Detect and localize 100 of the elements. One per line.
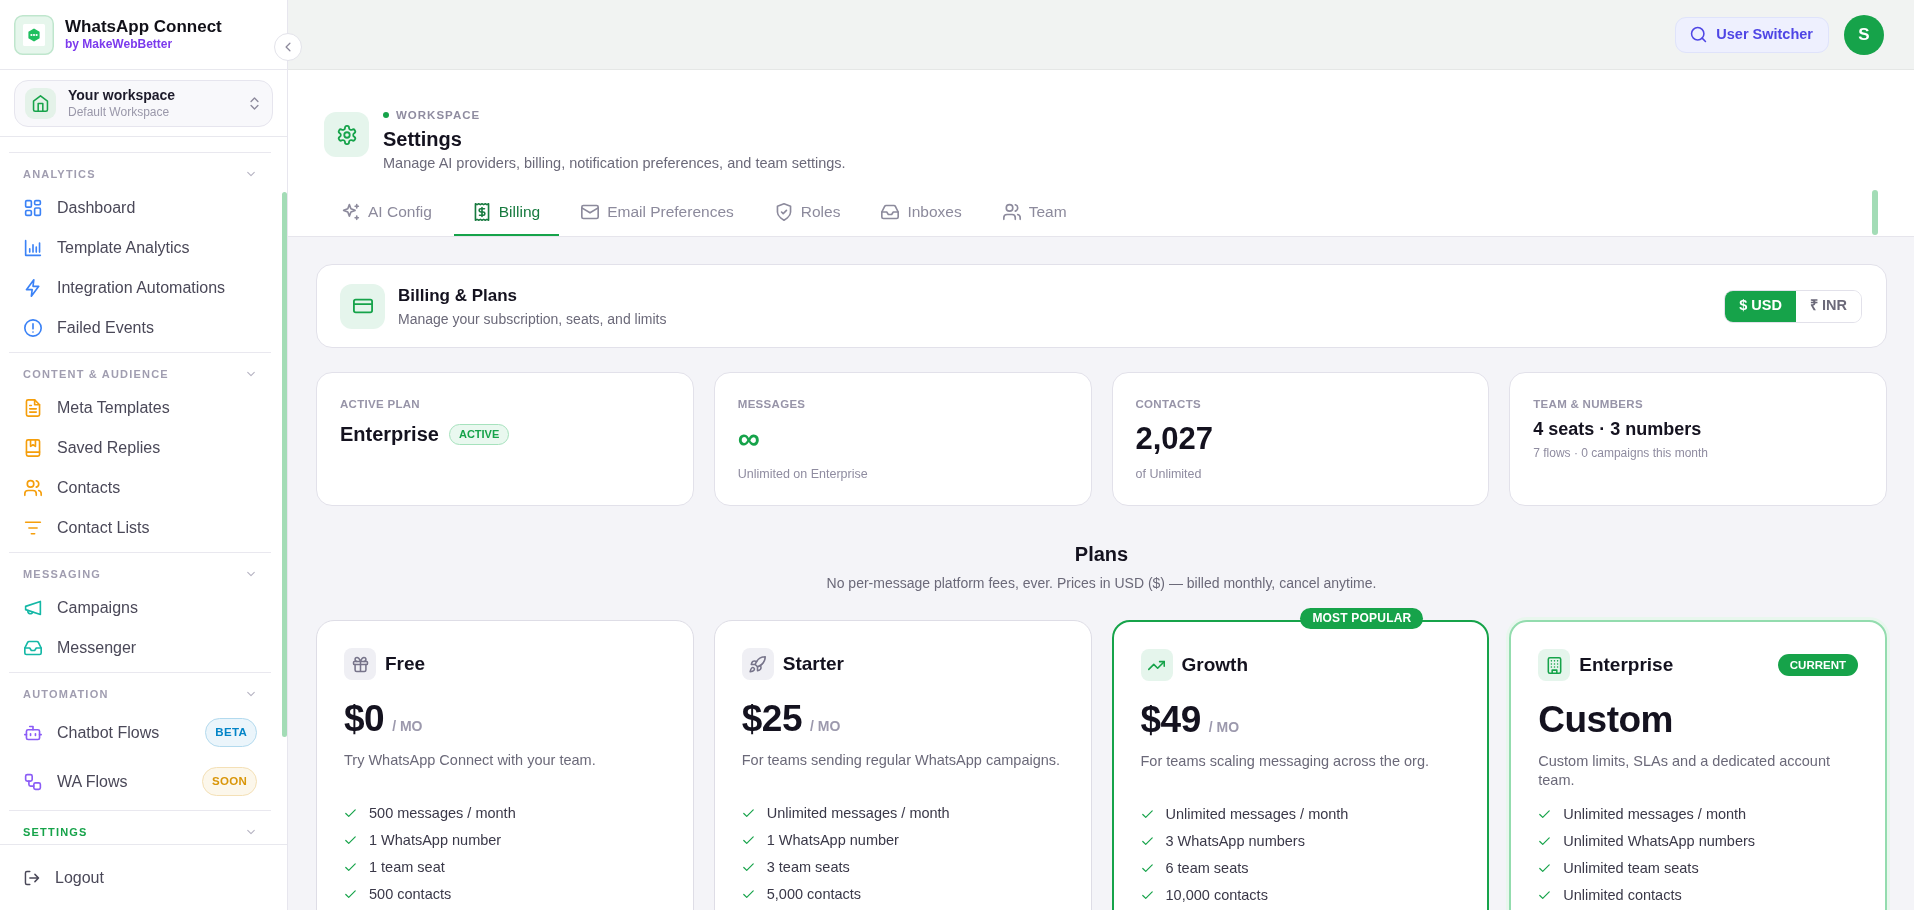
feature-text: Unlimited WhatsApp numbers — [1563, 831, 1756, 851]
page-description: Manage AI providers, billing, notification preferences, and team settings. — [383, 154, 846, 173]
section-title: Billing & Plans — [398, 284, 519, 307]
brand-name: WhatsApp Connect — [65, 17, 222, 37]
check-icon — [741, 834, 755, 847]
feature-text: Unlimited contacts — [1563, 885, 1682, 905]
envelope-icon — [581, 202, 600, 221]
nav-link[interactable]: Failed Events — [9, 308, 271, 348]
logout-link[interactable]: Logout — [24, 865, 104, 890]
home-icon — [25, 88, 56, 119]
stat-note: of Unlimited — [1135, 466, 1203, 482]
price-period: / MO — [1208, 718, 1240, 737]
check-icon — [1140, 862, 1154, 875]
feature-text: 500 messages / month — [369, 803, 516, 823]
plan-price: $0 — [344, 698, 385, 739]
stat-note: 7 flows · 0 campaigns this month — [1533, 445, 1709, 461]
tab[interactable]: Email Preferences — [562, 189, 753, 236]
building-icon — [1538, 649, 1571, 681]
stat-value: ∞ — [737, 421, 761, 457]
tab[interactable]: Roles — [755, 189, 860, 236]
check-icon — [1538, 835, 1552, 848]
nav-link[interactable]: Contacts — [9, 468, 271, 508]
workspace-switcher[interactable]: Your workspace Default Workspace — [14, 80, 273, 127]
stat-label: ACTIVE PLAN — [340, 397, 421, 411]
price-period: / MO — [392, 717, 423, 736]
section-header[interactable]: SETTINGS — [9, 823, 271, 841]
section-description: Manage your subscription, seats, and limits — [398, 309, 667, 328]
tab[interactable]: Team — [983, 189, 1086, 236]
feature-text: 6 team seats — [1165, 858, 1249, 878]
feature-text: 1 team seat — [369, 857, 445, 877]
credit-card-icon — [340, 283, 385, 329]
stat-value: 4 seats · 3 numbers — [1533, 418, 1703, 440]
nav-link[interactable]: Contact Lists — [9, 508, 271, 548]
check-icon — [1140, 835, 1154, 848]
plan-description: For teams scaling messaging across the org. — [1140, 752, 1430, 771]
stat-value: Enterprise — [340, 422, 439, 447]
chat-logo-icon — [14, 14, 54, 55]
feature-text: 1 WhatsApp number — [766, 830, 899, 850]
feature-text: 5,000 contacts — [766, 884, 862, 904]
feature-text: 500 contacts — [369, 884, 452, 904]
nav-link[interactable]: Integration Automations — [9, 268, 271, 308]
nav-link[interactable]: Meta Templates — [9, 388, 271, 428]
nav-link[interactable]: Template Analytics — [9, 228, 271, 268]
trend-up-icon — [1140, 649, 1173, 681]
feature-badge: SOON — [201, 767, 257, 796]
tab[interactable]: Inboxes — [862, 189, 981, 236]
nav-link[interactable]: Chatbot Flows BETA — [9, 708, 271, 757]
check-icon — [1140, 808, 1154, 821]
feature-badge: BETA — [205, 718, 257, 747]
stat-label: MESSAGES — [737, 397, 807, 411]
nav-link[interactable]: WA Flows SOON — [9, 757, 271, 806]
gift-icon — [344, 648, 376, 680]
nav-link[interactable]: Messenger — [9, 628, 271, 668]
feature-text: Unlimited team seats — [1563, 858, 1699, 878]
search-icon — [1690, 26, 1708, 43]
people-icon — [1002, 202, 1021, 221]
plan-description: Custom limits, SLAs and a dedicated account team. — [1538, 752, 1831, 790]
scrollbar-thumb[interactable] — [1872, 190, 1878, 235]
price-period: / MO — [810, 717, 841, 736]
check-icon — [741, 888, 755, 901]
feature-text: Unlimited messages / month — [766, 803, 950, 823]
nav-link[interactable]: Dashboard — [9, 188, 271, 228]
check-icon — [1538, 862, 1552, 875]
nav-link[interactable]: Campaigns — [9, 588, 271, 628]
check-icon — [741, 861, 755, 874]
stat-value: 2,027 — [1135, 421, 1215, 457]
plan-description: Try WhatsApp Connect with your team. — [344, 751, 597, 770]
shield-check-icon — [774, 202, 793, 221]
tab[interactable]: Billing — [453, 189, 560, 236]
check-icon — [344, 888, 357, 901]
nav-link[interactable]: Saved Replies — [9, 428, 271, 468]
plan-price: Custom — [1538, 699, 1673, 740]
check-icon — [344, 807, 357, 820]
plan-name: Enterprise — [1579, 652, 1674, 677]
plan-description: For teams sending regular WhatsApp campaigns. — [741, 751, 1062, 770]
check-icon — [1140, 889, 1154, 902]
tab[interactable]: AI Config — [323, 189, 451, 236]
check-icon — [1538, 889, 1552, 902]
check-icon — [344, 861, 357, 874]
plans-subtitle: No per-message platform fees, ever. Prices in USD ($) — billed monthly, cancel anytime. — [825, 574, 1378, 593]
sparkle-icon — [342, 202, 360, 221]
user-switcher-button[interactable]: User Switcher — [1675, 16, 1829, 53]
feature-text: 3 team seats — [766, 857, 850, 877]
plan-name: Free — [385, 651, 426, 676]
check-icon — [741, 807, 755, 820]
rocket-icon — [741, 648, 774, 680]
plan-price: $49 — [1140, 699, 1201, 740]
scrollbar-thumb[interactable] — [282, 192, 287, 737]
stat-note: Unlimited on Enterprise — [737, 466, 869, 482]
feature-text: 10,000 contacts — [1165, 885, 1268, 905]
page-title: Settings — [383, 127, 463, 152]
currency-option[interactable]: $ USD — [1725, 290, 1796, 322]
user-avatar[interactable]: S — [1844, 14, 1884, 55]
ribbon-badge: MOST POPULAR — [1300, 608, 1424, 629]
stat-label: TEAM & NUMBERS — [1533, 397, 1644, 411]
up-down-chevron-icon — [247, 96, 262, 111]
tray-icon — [881, 202, 900, 221]
eyebrow-label: WORKSPACE — [396, 108, 481, 122]
check-icon — [1538, 808, 1552, 821]
brand-byline: by MakeWebBetter — [65, 37, 174, 52]
